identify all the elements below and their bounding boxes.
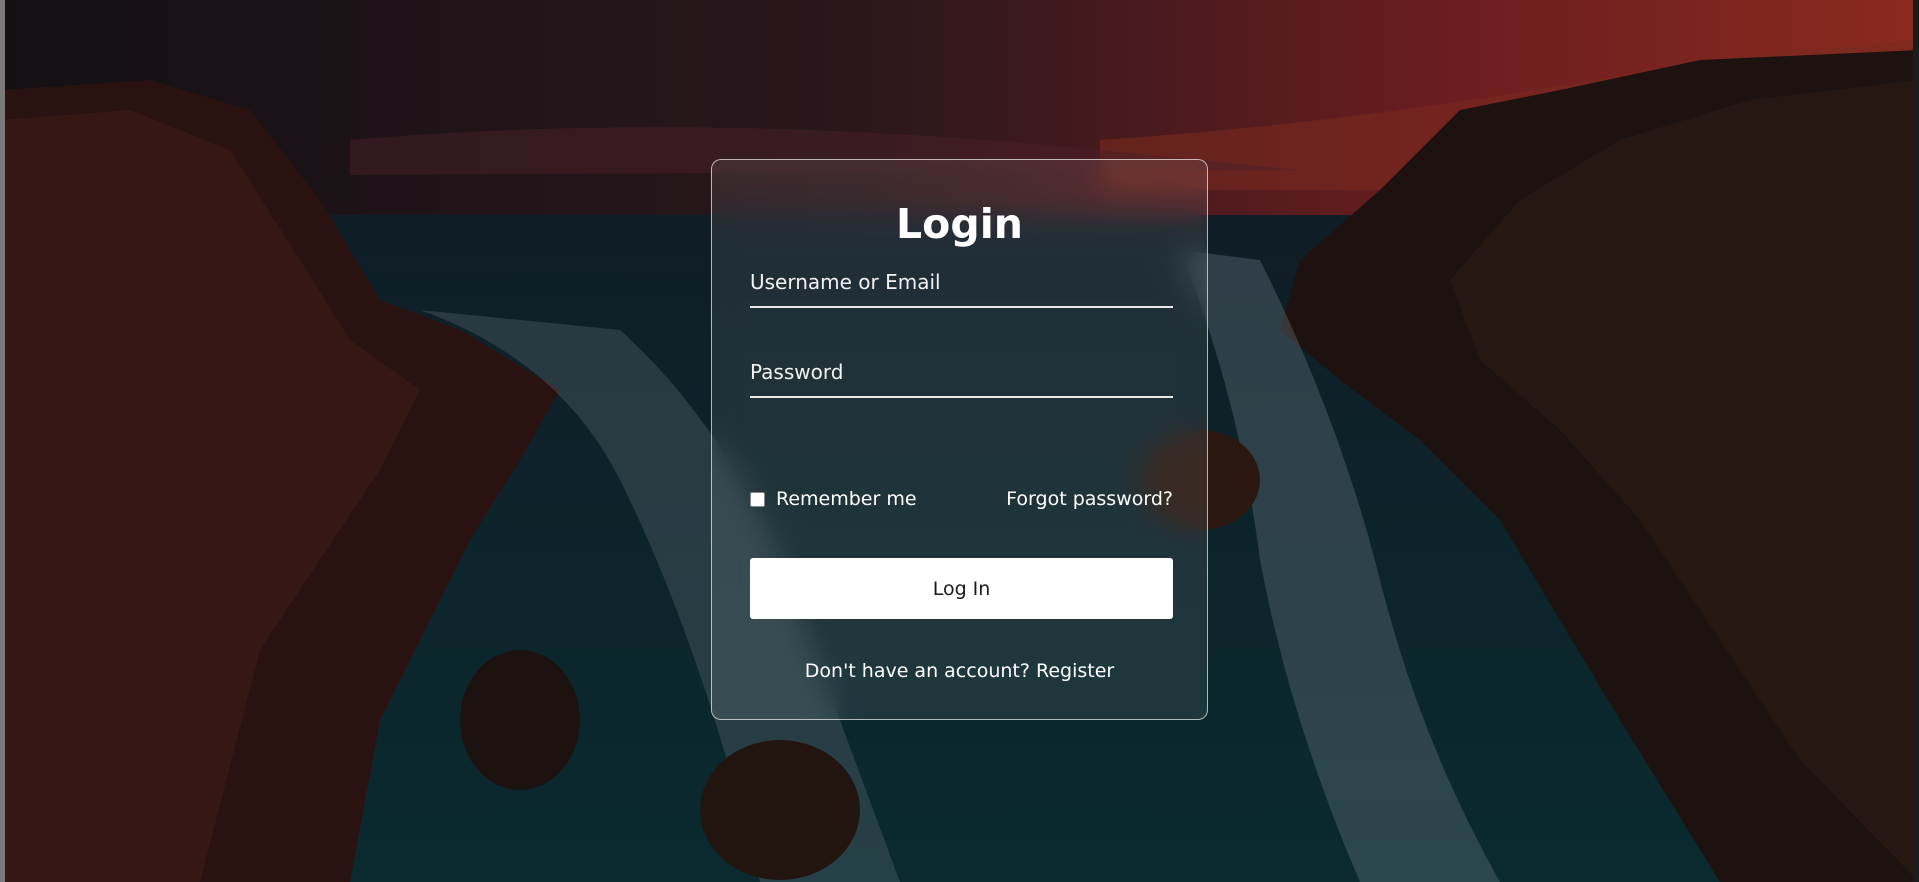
remember-me-checkbox[interactable] bbox=[750, 491, 765, 507]
forgot-password-link[interactable]: Forgot password? bbox=[1006, 488, 1173, 510]
remember-me-option[interactable]: Remember me bbox=[750, 488, 917, 510]
username-input[interactable] bbox=[750, 258, 1173, 306]
register-prompt: Don't have an account? Register bbox=[712, 660, 1207, 682]
password-field-wrapper bbox=[750, 348, 1173, 398]
right-edge bbox=[1913, 0, 1919, 882]
login-card: Login Remember me Forgot password? Log I… bbox=[711, 159, 1208, 720]
username-field-wrapper bbox=[750, 258, 1173, 308]
remember-me-label: Remember me bbox=[776, 488, 917, 510]
password-input[interactable] bbox=[750, 348, 1173, 396]
register-link[interactable]: Register bbox=[1036, 660, 1114, 682]
login-title: Login bbox=[896, 200, 1023, 248]
register-prompt-text: Don't have an account? bbox=[804, 660, 1030, 682]
left-edge bbox=[0, 0, 5, 882]
login-page-background: Login Remember me Forgot password? Log I… bbox=[0, 0, 1919, 882]
log-in-button[interactable]: Log In bbox=[750, 558, 1173, 619]
remember-forgot-row: Remember me Forgot password? bbox=[750, 488, 1173, 514]
